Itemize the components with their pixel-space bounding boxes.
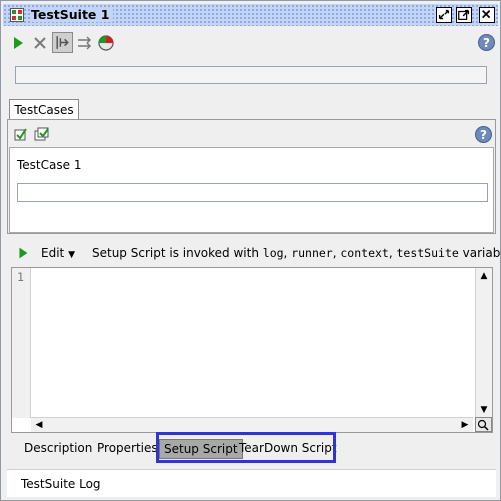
scroll-down-icon[interactable]: ▼ — [477, 403, 491, 417]
run-icon[interactable] — [9, 34, 27, 52]
log-label: TestSuite Log — [21, 477, 101, 491]
load-icon[interactable] — [97, 34, 115, 52]
magnify-icon[interactable] — [475, 417, 492, 432]
testcase-list: TestCase 1 — [9, 147, 494, 233]
toggle-icon[interactable] — [52, 32, 73, 53]
script-description: Setup Script is invoked with log, runner… — [92, 246, 501, 260]
arrows-icon[interactable] — [76, 34, 94, 52]
testsuite-log-bar[interactable]: TestSuite Log — [7, 469, 496, 497]
title-bar[interactable]: TestSuite 1 — [3, 4, 498, 26]
undock-icon[interactable] — [436, 7, 452, 23]
tab-properties[interactable]: Properties — [93, 439, 162, 459]
maximize-icon[interactable] — [456, 7, 472, 23]
close-icon[interactable] — [479, 7, 495, 23]
description-field[interactable] — [15, 66, 487, 84]
testcases-help-icon[interactable]: ? — [475, 126, 492, 143]
scroll-up-icon[interactable]: ▲ — [477, 269, 491, 283]
tab-description[interactable]: Description — [20, 439, 96, 459]
line-gutter: 1 — [12, 268, 31, 418]
desc-suffix: variables — [462, 246, 501, 260]
run-script-icon[interactable] — [15, 245, 31, 261]
horizontal-scrollbar[interactable]: ◀ ▶ — [31, 417, 473, 432]
edit-menu-button[interactable]: Edit ▼ — [41, 246, 75, 260]
help-icon[interactable]: ? — [478, 34, 495, 51]
var-context: context — [340, 246, 389, 260]
desc-prefix: Setup Script is invoked with — [92, 246, 263, 260]
list-item[interactable]: TestCase 1 — [17, 158, 81, 172]
testcase-progress-field — [17, 183, 488, 202]
var-testsuite: testSuite — [396, 246, 459, 260]
var-log: log — [262, 246, 284, 260]
tab-testcases[interactable]: TestCases — [9, 99, 79, 120]
var-runner: runner — [291, 246, 333, 260]
chevron-down-icon: ▼ — [68, 250, 75, 260]
testsuite-icon — [10, 8, 24, 22]
cancel-icon[interactable] — [31, 34, 49, 52]
script-toolbar: Edit ▼ Setup Script is invoked with log,… — [11, 241, 501, 265]
add-testcase-icon[interactable] — [14, 127, 28, 141]
highlight-box — [156, 432, 336, 463]
scroll-right-icon[interactable]: ▶ — [458, 418, 472, 432]
vertical-scrollbar[interactable]: ▲ ▼ — [475, 268, 492, 418]
window-title: TestSuite 1 — [31, 7, 114, 22]
clone-testcase-icon[interactable] — [34, 127, 50, 141]
line-number: 1 — [17, 270, 24, 284]
testsuite-window: TestSuite 1 ? TestCases ? TestCase 1 Edi… — [0, 0, 501, 501]
edit-label: Edit — [41, 246, 65, 260]
scroll-left-icon[interactable]: ◀ — [32, 418, 46, 432]
script-editor[interactable]: 1 ▲ ▼ ◀ ▶ — [11, 267, 493, 433]
